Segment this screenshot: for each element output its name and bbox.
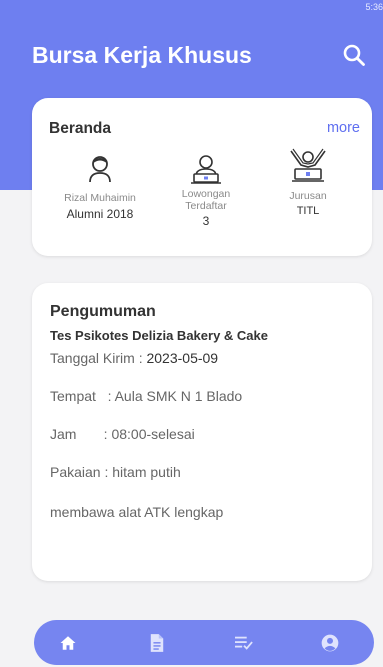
jobs-count: 3 (202, 214, 210, 228)
bottom-navigation (34, 620, 374, 665)
date-value: 2023-05-09 (146, 350, 219, 366)
jobs-label-line1: Lowongan (181, 188, 231, 200)
department-summary: Jurusan TITL (258, 148, 358, 218)
user-name: Rizal Muhaimin (64, 192, 136, 204)
nav-checklist[interactable] (222, 620, 266, 665)
home-icon (60, 635, 76, 650)
celebrate-person-icon (290, 148, 326, 182)
nav-documents[interactable] (135, 620, 179, 665)
announcement-card: Pengumuman Tes Psikotes Delizia Bakery &… (32, 283, 372, 581)
profile-summary: Rizal Muhaimin Alumni 2018 (44, 154, 156, 221)
account-circle-icon (321, 634, 339, 651)
nav-home[interactable] (46, 620, 90, 665)
beranda-card: Beranda more Rizal Muhaimin Alumni 2018 … (32, 98, 372, 256)
department-value: TITL (296, 205, 320, 217)
announcement-dress: Pakaian : hitam putih (50, 464, 181, 480)
computer-user-icon (191, 155, 221, 184)
jobs-label-line2: Terdaftar (185, 200, 227, 212)
announcement-title: Pengumuman (50, 303, 156, 320)
registered-jobs[interactable]: Lowongan Terdaftar 3 (167, 154, 245, 228)
announcement-date: Tanggal Kirim : 2023-05-09 (50, 350, 218, 366)
user-status: Alumni 2018 (66, 207, 134, 221)
user-icon (89, 156, 111, 183)
document-icon (150, 633, 164, 652)
announcement-note: membawa alat ATK lengkap (50, 504, 224, 520)
department-label: Jurusan (289, 190, 327, 202)
more-link[interactable]: more (327, 120, 360, 136)
announcement-place: Tempat : Aula SMK N 1 Blado (50, 388, 243, 404)
beranda-title: Beranda (49, 120, 112, 137)
search-icon (343, 44, 365, 66)
announcement-time: Jam : 08:00-selesai (50, 426, 195, 442)
app-title: Bursa Kerja Khusus (32, 42, 252, 68)
search-button[interactable] (339, 40, 369, 70)
nav-profile[interactable] (308, 620, 352, 665)
list-check-icon (235, 636, 253, 650)
date-label: Tanggal Kirim : (50, 350, 147, 366)
status-bar-time: 5:36 (365, 2, 383, 12)
announcement-subject: Tes Psikotes Delizia Bakery & Cake (50, 328, 268, 343)
